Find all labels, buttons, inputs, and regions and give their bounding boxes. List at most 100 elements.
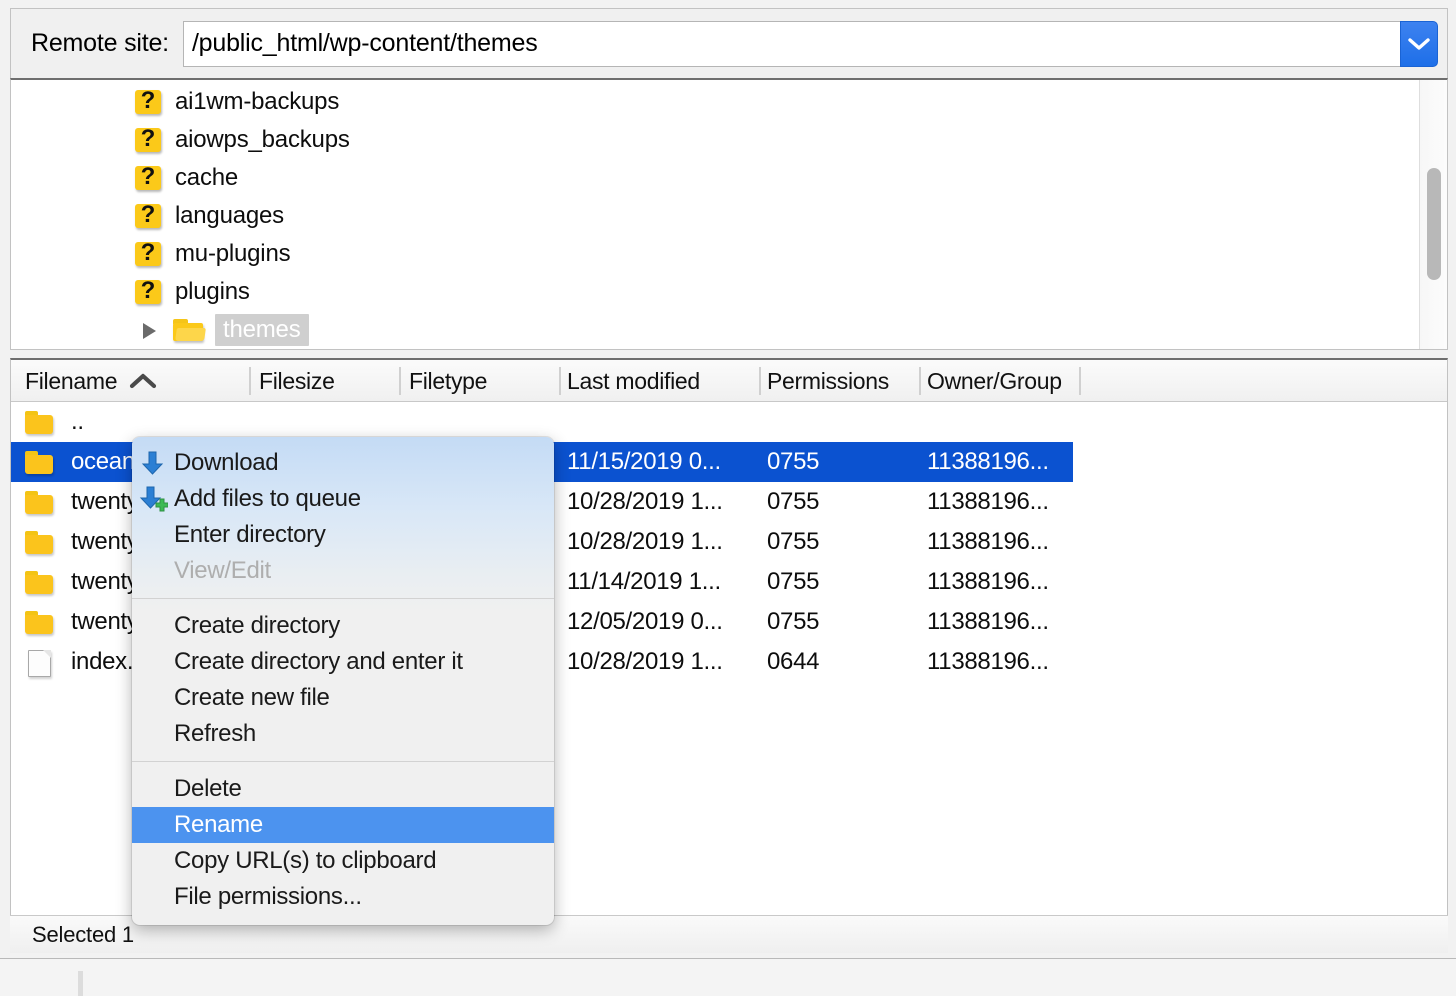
- tree-item-label: plugins: [175, 278, 250, 306]
- cell-lastmodified: 10/28/2019 1...: [567, 482, 723, 522]
- cell-permissions: 0755: [767, 562, 819, 602]
- context-menu-separator: [132, 761, 554, 762]
- context-menu-items: Download Add files to queue Enter director…: [132, 445, 554, 915]
- cell-permissions: 0755: [767, 602, 819, 642]
- tree-item-mu-plugins[interactable]: mu-plugins: [11, 235, 1447, 273]
- cell-permissions: 0755: [767, 482, 819, 522]
- sort-ascending-icon: [129, 372, 157, 390]
- context-menu-item-create-new-file[interactable]: Create new file: [132, 680, 554, 716]
- tree-item-label: aiowps_backups: [175, 126, 350, 154]
- remote-site-field-group: /public_html/wp-content/themes: [183, 21, 1438, 67]
- context-menu-item-label: Rename: [174, 811, 263, 839]
- context-menu-item-file-permissions[interactable]: File permissions...: [132, 879, 554, 915]
- window-right-edge: [1448, 0, 1456, 958]
- context-menu-item-add-files-to-queue[interactable]: Add files to queue: [132, 481, 554, 517]
- column-header-owner[interactable]: Owner/Group: [927, 360, 1062, 402]
- window-bottom-frame: [0, 958, 1456, 996]
- context-menu-item-label: Enter directory: [174, 521, 326, 549]
- tree-item-cache[interactable]: cache: [11, 159, 1447, 197]
- tree-item-plugins[interactable]: plugins: [11, 273, 1447, 311]
- context-menu-item-enter-directory[interactable]: Enter directory: [132, 517, 554, 553]
- cell-lastmodified: 12/05/2019 0...: [567, 602, 723, 642]
- download-arrow-icon: [138, 449, 168, 477]
- context-menu-item-delete[interactable]: Delete: [132, 771, 554, 807]
- tree-item-themes[interactable]: themes: [11, 311, 1447, 349]
- remote-site-bar: Remote site: /public_html/wp-content/the…: [10, 8, 1448, 78]
- folder-unknown-icon: [133, 127, 163, 153]
- column-header-filename[interactable]: Filename: [25, 360, 157, 402]
- cell-lastmodified: 10/28/2019 1...: [567, 522, 723, 562]
- context-menu-item-create-directory[interactable]: Create directory: [132, 608, 554, 644]
- column-header-filetype[interactable]: Filetype: [409, 360, 487, 402]
- tree-item-label: languages: [175, 202, 284, 230]
- context-menu-item-label: Delete: [174, 775, 242, 803]
- cell-ownergroup: 11388196...: [927, 442, 1049, 482]
- tree-item-languages[interactable]: languages: [11, 197, 1447, 235]
- context-menu-item-label: Refresh: [174, 720, 256, 748]
- column-header-filesize[interactable]: Filesize: [259, 360, 335, 402]
- context-menu-item-refresh[interactable]: Refresh: [132, 716, 554, 752]
- column-header-permissions[interactable]: Permissions: [767, 360, 889, 402]
- folder-unknown-icon: [133, 203, 163, 229]
- tree-item-ai1wm-backups[interactable]: ai1wm-backups: [11, 83, 1447, 121]
- cell-permissions: 0755: [767, 442, 819, 482]
- context-menu-item-label: Create directory and enter it: [174, 648, 463, 676]
- remote-directory-tree[interactable]: ai1wm-backups aiowps_backupscache language…: [10, 78, 1448, 350]
- column-header-label: Filetype: [409, 368, 487, 395]
- file-list-column-header: Filename Filesize Filetype Last modified Per…: [11, 360, 1447, 402]
- remote-site-input[interactable]: /public_html/wp-content/themes: [183, 21, 1400, 67]
- cell-filename: ..: [25, 402, 84, 442]
- tree-item-label: cache: [175, 164, 238, 192]
- folder-unknown-icon: [133, 165, 163, 191]
- cell-ownergroup: 11388196...: [927, 602, 1049, 642]
- column-divider-5[interactable]: [1079, 367, 1081, 395]
- tree-item-label: mu-plugins: [175, 240, 290, 268]
- column-header-label: Owner/Group: [927, 368, 1062, 395]
- folder-unknown-icon: [133, 241, 163, 267]
- column-divider-2[interactable]: [559, 367, 561, 395]
- remote-site-label: Remote site:: [31, 29, 169, 58]
- context-menu-item-rename[interactable]: Rename: [132, 807, 554, 843]
- column-header-label: Filename: [25, 368, 117, 395]
- tree-item-list: ai1wm-backups aiowps_backupscache language…: [11, 80, 1447, 349]
- context-menu-item-label: Download: [174, 449, 278, 477]
- column-divider-4[interactable]: [919, 367, 921, 395]
- cell-lastmodified: 11/14/2019 1...: [567, 562, 721, 602]
- column-header-label: Permissions: [767, 368, 889, 395]
- file-row[interactable]: ..: [11, 402, 1447, 442]
- context-menu-item-label: View/Edit: [174, 557, 271, 585]
- cell-ownergroup: 11388196...: [927, 522, 1049, 562]
- remote-site-dropdown-button[interactable]: [1400, 21, 1438, 67]
- tree-item-label: themes: [215, 314, 309, 346]
- context-menu-separator: [132, 598, 554, 599]
- context-menu-item-download[interactable]: Download: [132, 445, 554, 481]
- tree-item-aiowps-backups[interactable]: aiowps_backups: [11, 121, 1447, 159]
- chevron-down-icon: [1408, 37, 1430, 51]
- context-menu-item-create-directory-and-enter-it[interactable]: Create directory and enter it: [132, 644, 554, 680]
- cell-lastmodified: 10/28/2019 1...: [567, 642, 723, 682]
- column-divider-3[interactable]: [759, 367, 761, 395]
- bottom-pane-divider: [78, 971, 83, 996]
- tree-scrollbar-thumb[interactable]: [1427, 168, 1441, 280]
- column-header-lastmod[interactable]: Last modified: [567, 360, 700, 402]
- status-bar-text: Selected 1: [32, 922, 134, 948]
- file-context-menu[interactable]: Download Add files to queue Enter director…: [132, 437, 554, 925]
- tree-item-label: ai1wm-backups: [175, 88, 339, 116]
- tree-item-partial[interactable]: [11, 349, 1447, 350]
- cell-ownergroup: 11388196...: [927, 482, 1049, 522]
- folder-open-icon: [173, 317, 203, 343]
- column-divider-1[interactable]: [399, 367, 401, 395]
- context-menu-item-label: File permissions...: [174, 883, 362, 911]
- tree-scrollbar-track[interactable]: [1419, 80, 1447, 349]
- context-menu-item-label: Create directory: [174, 612, 340, 640]
- cell-permissions: 0755: [767, 522, 819, 562]
- folder-unknown-icon: [133, 279, 163, 305]
- expand-triangle-icon[interactable]: [139, 320, 159, 340]
- filezilla-remote-pane: Remote site: /public_html/wp-content/the…: [0, 0, 1456, 996]
- column-divider-0[interactable]: [249, 367, 251, 395]
- cell-ownergroup: 11388196...: [927, 562, 1049, 602]
- context-menu-item-copy-url-s-to-clipboard[interactable]: Copy URL(s) to clipboard: [132, 843, 554, 879]
- context-menu-item-view-edit: View/Edit: [132, 553, 554, 589]
- column-header-label: Last modified: [567, 368, 700, 395]
- column-header-label: Filesize: [259, 368, 335, 395]
